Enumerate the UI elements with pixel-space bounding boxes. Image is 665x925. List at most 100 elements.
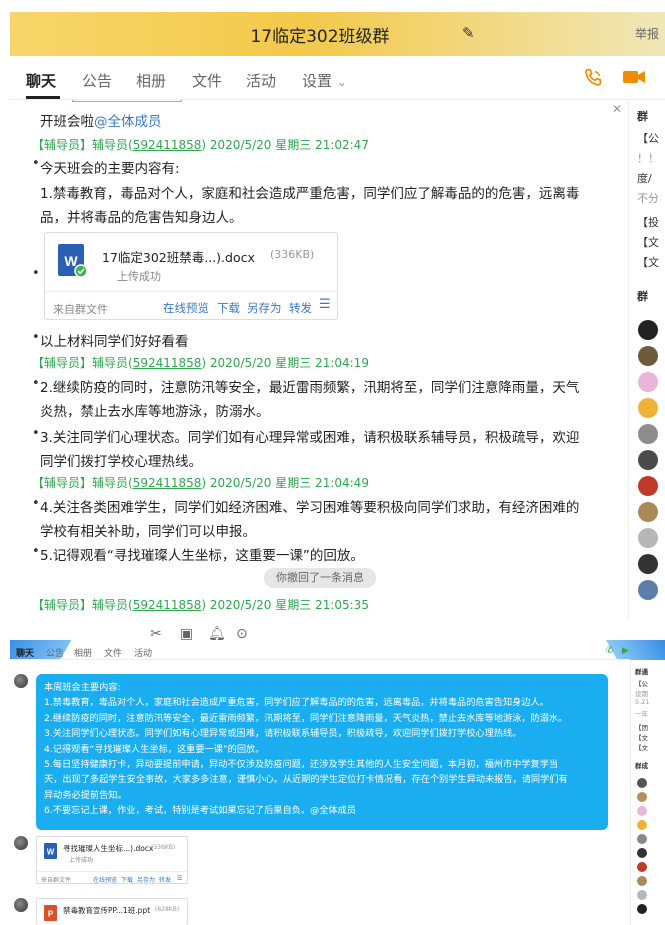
avatar[interactable] [637, 792, 647, 802]
more-menu-icon[interactable]: ☰ [319, 297, 331, 312]
panel-text[interactable]: 【团 [635, 722, 648, 732]
avatar[interactable] [638, 554, 658, 574]
file-card[interactable]: W 寻找璀璨人生坐标...).docx (336KB) 上传成功 来自群文件 在… [36, 836, 188, 884]
avatar[interactable] [638, 346, 658, 366]
tab-announcement[interactable]: 公告 [82, 70, 112, 91]
avatar[interactable] [638, 450, 658, 470]
forward-link[interactable]: 转发 [289, 300, 312, 316]
avatar[interactable] [638, 320, 658, 340]
mention-all[interactable]: @全体成员 [94, 114, 162, 130]
bubble-line: 本周班会主要内容: [44, 682, 121, 693]
tab-chat[interactable]: 聊天 [16, 646, 34, 659]
avatar[interactable] [638, 502, 658, 522]
panel-text[interactable]: 【文 [637, 234, 659, 250]
file-size: (336KB) [270, 248, 315, 261]
panel-text[interactable]: 【文 [637, 254, 659, 270]
partial-element [72, 100, 182, 102]
tab-files[interactable]: 文件 [104, 646, 122, 659]
second-screenshot: 聊天 公告 相册 文件 活动 ✆ ▶ 本周班会主要内容: 1.禁毒教育，毒品对个… [10, 640, 665, 925]
bubble-line: 1.禁毒教育，毒品对个人，家庭和社会造成严重危害，同学们应了解毒品的的危害，远离… [44, 697, 549, 709]
report-link[interactable]: 举报 [635, 25, 659, 42]
tab-album[interactable]: 相册 [136, 70, 166, 91]
file-card-footer: 来自群文件 在线预览 下载 另存为 转发 ☰ [37, 871, 187, 885]
avatar[interactable] [14, 674, 28, 688]
sender-qq-link[interactable]: 592411858 [133, 138, 202, 152]
tab-chat[interactable]: 聊天 [26, 70, 56, 91]
phone-call-icon[interactable]: ✆ [606, 646, 614, 656]
title-bar: 17临定302班级群 ✎ 举报 [10, 12, 665, 56]
word-doc-icon: W [43, 842, 58, 864]
video-call-icon[interactable] [622, 68, 646, 90]
avatar[interactable] [14, 836, 28, 850]
avatar[interactable] [637, 876, 647, 886]
phone-call-icon[interactable] [582, 67, 604, 93]
message-timestamp: ) 2020/5/20 星期三 21:04:19 [201, 356, 369, 370]
panel-text[interactable]: 【文 [635, 732, 648, 742]
bullet-dot: • [32, 426, 40, 441]
panel-heading: 群 [637, 110, 648, 123]
avatar[interactable] [637, 904, 647, 914]
message-line: 以上材料同学们好好看看 [40, 334, 189, 350]
svg-text:P: P [48, 910, 54, 919]
message-line: 炎热，禁止去水库等地游泳，防溺水。 [40, 404, 270, 420]
avatar[interactable] [637, 834, 647, 844]
bullet-dot: • [32, 496, 40, 511]
preview-online-link[interactable]: 在线预览 [163, 300, 209, 316]
tab-activity[interactable]: 活动 [134, 646, 152, 659]
message-sender: 【辅导员】辅导员(592411858) 2020/5/20 星期三 21:02:… [32, 136, 369, 153]
tab-album[interactable]: 相册 [74, 646, 92, 659]
video-call-icon[interactable]: ▶ [622, 646, 629, 656]
avatar[interactable] [14, 898, 28, 912]
avatar[interactable] [637, 862, 647, 872]
word-doc-icon: W [57, 243, 88, 281]
tab-settings-label: 设置 [302, 72, 333, 90]
save-as-link[interactable]: 另存为 [137, 875, 155, 884]
message-sender: 【辅导员】辅导员(592411858) 2020/5/20 星期三 21:05:… [32, 596, 369, 613]
file-size: (336KB) [151, 844, 176, 851]
save-as-link[interactable]: 另存为 [247, 300, 282, 316]
sender-qq-link[interactable]: 592411858 [133, 598, 202, 612]
close-icon[interactable]: ✕ [612, 102, 622, 116]
avatar[interactable] [637, 806, 647, 816]
chat-message-area[interactable]: 开班会啦@全体成员 【辅导员】辅导员(592411858) 2020/5/20 … [14, 100, 614, 620]
tab-settings[interactable]: 设置 ⌄ [302, 70, 347, 91]
avatar[interactable] [638, 580, 658, 600]
panel-text[interactable]: 【投 [637, 214, 659, 230]
avatar[interactable] [637, 778, 647, 788]
message-line: 4.关注各类困难学生，同学们如经济困难、学习困难等要积极向同学们求助，有经济困难… [40, 500, 580, 516]
tab-files[interactable]: 文件 [192, 70, 222, 91]
avatar[interactable] [638, 476, 658, 496]
message-line: 5.记得观看“寻找璀璨人生坐标，这重要一课”的回放。 [40, 548, 364, 564]
avatar[interactable] [638, 372, 658, 392]
tab-announcement[interactable]: 公告 [46, 646, 64, 659]
panel-text[interactable]: 【文 [635, 742, 648, 752]
bullet-dot: • [32, 266, 40, 281]
download-link[interactable]: 下载 [217, 300, 240, 316]
forward-link[interactable]: 转发 [159, 875, 171, 884]
avatar[interactable] [637, 848, 647, 858]
recall-notice: 你撤回了一条消息 [264, 568, 376, 588]
screenshot-frame: 17临定302班级群 ✎ 举报 聊天 公告 相册 文件 活动 设置 ⌄ 开班会啦… [0, 0, 665, 925]
file-card[interactable]: W 17临定302班禁毒...).docx (336KB) 上传成功 来自群文件… [44, 232, 338, 320]
bubble-line: 异动务必提前告知。 [44, 789, 127, 801]
avatar[interactable] [638, 528, 658, 548]
more-menu-icon[interactable]: ☰ [177, 875, 182, 882]
sender-qq-link[interactable]: 592411858 [133, 356, 202, 370]
avatar[interactable] [637, 820, 647, 830]
tab-activity[interactable]: 活动 [246, 70, 276, 91]
panel-text: 【公 [637, 132, 659, 145]
bullet-dot: • [32, 156, 40, 171]
panel-heading: 群成 [635, 762, 648, 770]
preview-online-link[interactable]: 在线预览 [93, 875, 117, 884]
avatar[interactable] [638, 398, 658, 418]
avatar[interactable] [638, 424, 658, 444]
edit-name-icon[interactable]: ✎ [462, 24, 475, 42]
avatar[interactable] [637, 890, 647, 900]
file-card[interactable]: P 禁毒教育宣传PP...1班.ppt (628KB) [36, 898, 188, 925]
bubble-line: 5.每日坚持健康打卡，异动要提前申请，异动不仅涉及防疫问题，还涉及学生其他的人生… [44, 759, 559, 771]
download-link[interactable]: 下载 [121, 875, 133, 884]
ppt-file-icon: P [43, 904, 58, 925]
bullet-dot: • [32, 376, 40, 391]
message-line: 同学们拨打学校心理热线。 [40, 454, 202, 470]
sender-qq-link[interactable]: 592411858 [133, 476, 202, 490]
